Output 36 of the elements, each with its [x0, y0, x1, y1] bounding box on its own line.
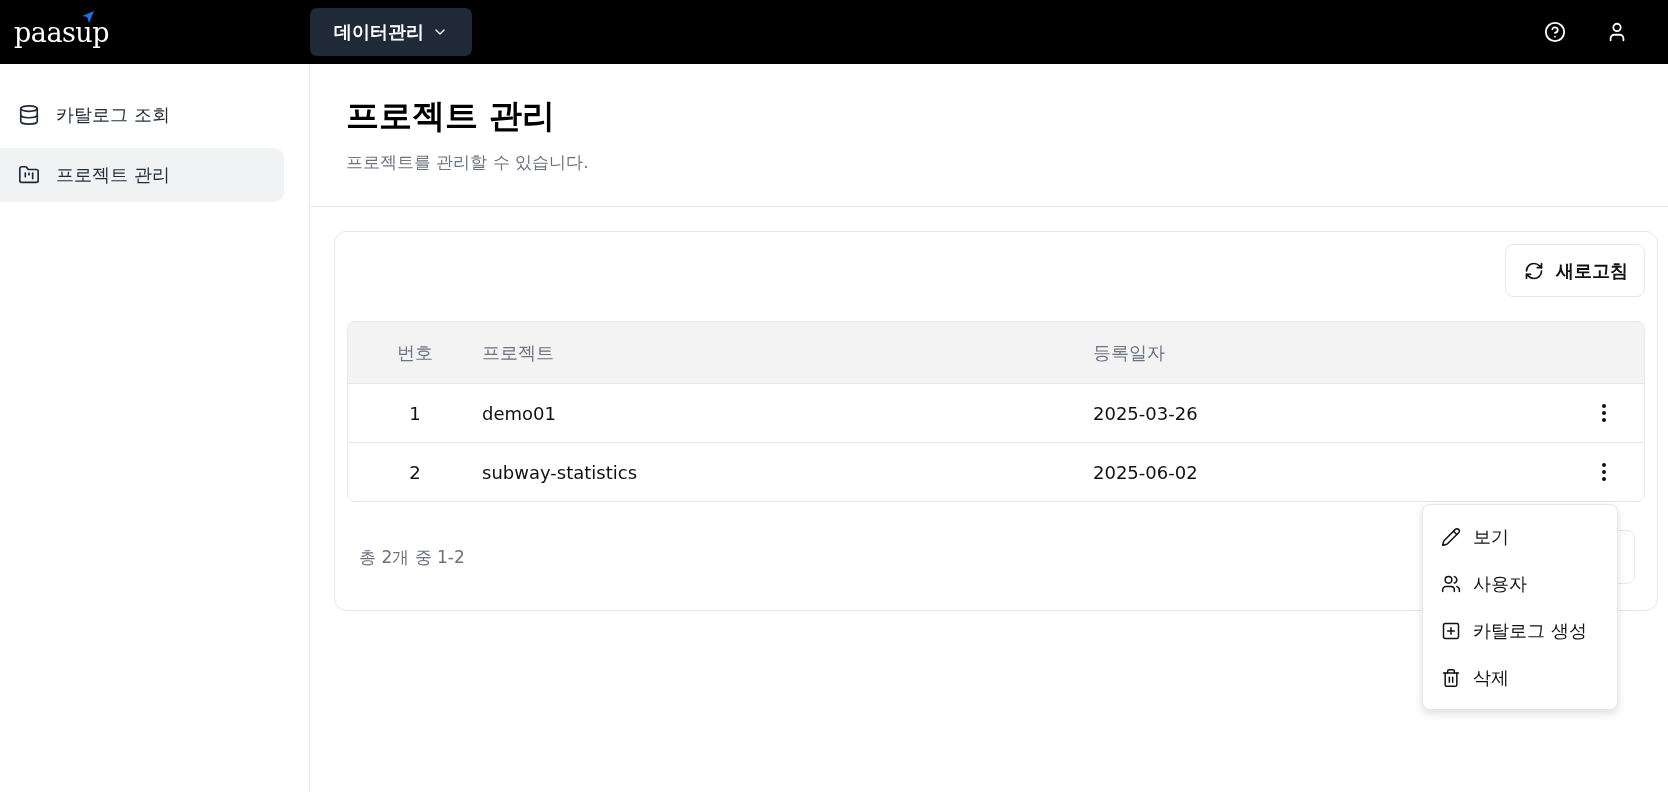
logo-mark-icon [82, 10, 94, 23]
table-cell: demo01 [482, 402, 556, 424]
page-subtitle: 프로젝트를 관리할 수 있습니다. [346, 151, 590, 174]
table-cell: 2 [409, 461, 421, 483]
menu-button[interactable]: 데이터관리 [310, 8, 472, 56]
trash-icon [1441, 667, 1461, 688]
plus-square-icon [1441, 620, 1461, 641]
page-title: 프로젝트 관리 [346, 95, 557, 137]
sidebar-item[interactable]: 프로젝트 관리 [0, 148, 284, 202]
sidebar-label: 카탈로그 조회 [56, 103, 170, 127]
help-icon [1544, 21, 1566, 43]
refresh-icon [1524, 260, 1544, 281]
column-header: 프로젝트 [482, 340, 554, 365]
sidebar-item[interactable]: 카탈로그 조회 [0, 88, 284, 142]
folder-icon [18, 164, 40, 186]
more-icon [1602, 463, 1606, 481]
menu-item[interactable]: 삭제 [1429, 654, 1611, 701]
refresh-button[interactable]: 새로고침 [1505, 244, 1645, 297]
more-button[interactable] [1602, 404, 1606, 422]
pencil-icon [1441, 526, 1461, 547]
column-header: 번호 [397, 340, 433, 365]
menu-item[interactable]: 사용자 [1429, 560, 1611, 607]
sidebar-label: 프로젝트 관리 [56, 163, 170, 187]
table-cell: 2025-03-26 [1093, 402, 1198, 424]
more-icon [1602, 404, 1606, 422]
table-cell: subway-statistics [482, 461, 638, 483]
column-header: 등록일자 [1093, 340, 1165, 365]
more-button[interactable] [1602, 463, 1606, 481]
pagination-summary: 총 2개 중 1-2 [359, 545, 465, 569]
table-cell: 1 [409, 402, 421, 424]
users-icon [1441, 573, 1461, 594]
menu-item[interactable]: 보기 [1429, 513, 1611, 560]
database-icon [18, 104, 40, 126]
menu-item[interactable]: 카탈로그 생성 [1429, 607, 1611, 654]
table-cell: 2025-06-02 [1093, 461, 1198, 483]
logo: paasup [14, 16, 310, 48]
